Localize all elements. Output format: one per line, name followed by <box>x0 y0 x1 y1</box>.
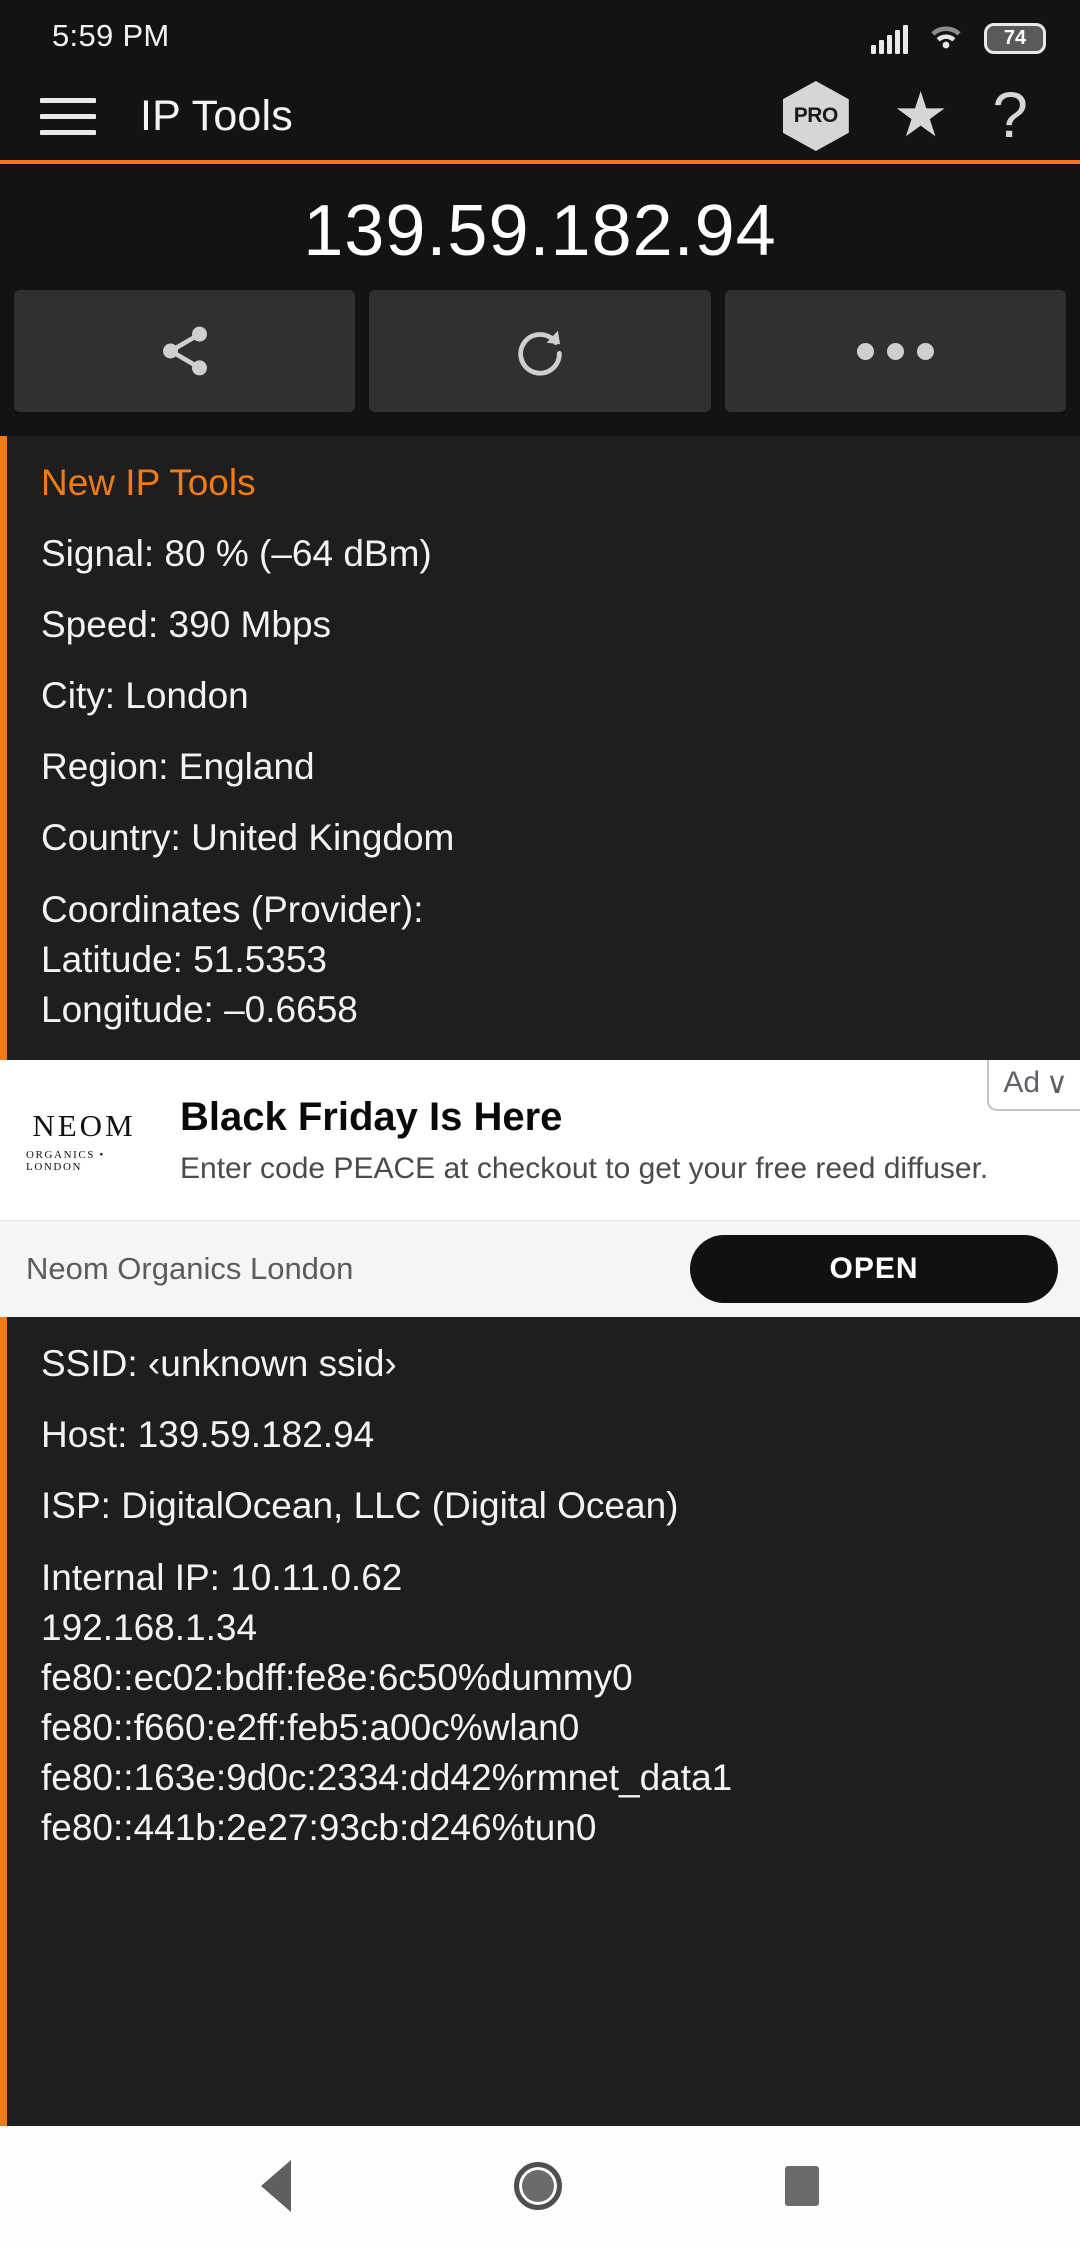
ip-info-card: New IP Tools Signal: 80 % (–64 dBm) Spee… <box>0 436 1080 1060</box>
pro-badge-label: PRO <box>793 104 839 127</box>
pro-badge-icon[interactable]: PRO <box>782 81 849 151</box>
status-bar: 5:59 PM 74 <box>0 0 1080 72</box>
back-triangle-icon[interactable] <box>261 2160 292 2212</box>
ad-badge-label: Ad <box>1003 1066 1041 1100</box>
page-title: IP Tools <box>140 91 294 140</box>
advertiser-logo: NEOM ORGANICS • LONDON <box>26 1108 142 1173</box>
help-icon[interactable]: ? <box>992 83 1028 147</box>
battery-indicator: 74 <box>984 22 1046 54</box>
coordinates-label: Coordinates (Provider): <box>41 889 424 930</box>
network-row-ssid: SSID: ‹unknown ssid› <box>41 1342 397 1384</box>
action-button-row <box>0 290 1080 424</box>
status-time: 5:59 PM <box>52 18 170 53</box>
internal-ip-address: 192.168.1.34 <box>41 1606 258 1648</box>
info-card-title: New IP Tools <box>41 462 256 503</box>
internal-ip-address: fe80::441b:2e27:93cb:d246%tun0 <box>41 1806 597 1848</box>
internal-ip-address: fe80::ec02:bdff:fe8e:6c50%dummy0 <box>41 1656 633 1698</box>
app-bar-actions: PRO ★ ? <box>782 81 1050 151</box>
advertiser-logo-brand: NEOM <box>32 1108 136 1144</box>
info-row-country: Country: United Kingdom <box>41 817 455 858</box>
info-row-city: City: London <box>41 675 249 716</box>
network-info-card: SSID: ‹unknown ssid› Host: 139.59.182.94… <box>0 1316 1080 2126</box>
ad-description: Enter code PEACE at checkout to get your… <box>180 1152 989 1186</box>
status-icons: 74 <box>871 19 1046 54</box>
coordinates-block: Coordinates (Provider): Latitude: 51.535… <box>7 890 1080 1030</box>
phone-screen: 5:59 PM 74 IP Tools PRO ★ ? 139.59.182.9… <box>0 0 1080 2246</box>
info-row-signal: Signal: 80 % (–64 dBm) <box>41 533 432 574</box>
more-button[interactable] <box>724 290 1066 412</box>
overflow-dots-icon <box>856 342 934 360</box>
public-ip-header: 139.59.182.94 <box>0 164 1080 290</box>
internal-ip-block: Internal IP: 10.11.0.62 192.168.1.34 fe8… <box>7 1556 1080 1848</box>
advertisement[interactable]: Ad ∨ NEOM ORGANICS • LONDON Black Friday… <box>0 1059 1080 1317</box>
refresh-icon <box>518 330 562 376</box>
info-row-region: Region: England <box>41 746 315 787</box>
share-button[interactable] <box>14 290 356 412</box>
internal-ip-address: fe80::163e:9d0c:2334:dd42%rmnet_data1 <box>41 1756 733 1798</box>
advertiser-logo-subtitle: ORGANICS • LONDON <box>26 1149 105 1174</box>
android-navigation-bar <box>0 2126 1080 2246</box>
refresh-button[interactable] <box>369 290 711 412</box>
ad-open-button[interactable]: OPEN <box>690 1234 1058 1303</box>
internal-ip-address: fe80::f660:e2ff:feb5:a00c%wlan0 <box>41 1706 580 1748</box>
ad-headline: Black Friday Is Here <box>180 1095 563 1140</box>
info-row-speed: Speed: 390 Mbps <box>41 604 332 645</box>
hamburger-menu-icon[interactable] <box>40 94 96 138</box>
ad-body[interactable]: NEOM ORGANICS • LONDON Black Friday Is H… <box>0 1060 1080 1220</box>
home-circle-icon[interactable] <box>513 2162 562 2210</box>
ad-badge[interactable]: Ad ∨ <box>987 1059 1080 1111</box>
network-row-host: Host: 139.59.182.94 <box>41 1413 375 1455</box>
ad-advertiser-name: Neom Organics London <box>26 1250 354 1286</box>
wifi-icon <box>928 19 964 54</box>
share-icon <box>162 326 207 376</box>
ad-footer: Neom Organics London OPEN <box>0 1219 1080 1317</box>
latitude-value: Latitude: 51.5353 <box>41 938 327 980</box>
app-bar: IP Tools PRO ★ ? <box>0 72 1080 164</box>
chevron-down-icon: ∨ <box>1046 1066 1068 1100</box>
longitude-value: Longitude: –0.6658 <box>41 988 358 1030</box>
star-icon[interactable]: ★ <box>893 85 949 146</box>
network-row-isp: ISP: DigitalOcean, LLC (Digital Ocean) <box>41 1484 679 1526</box>
cellular-signal-icon <box>871 24 908 54</box>
recents-square-icon[interactable] <box>784 2166 819 2206</box>
internal-ip-primary: Internal IP: 10.11.0.62 <box>41 1556 403 1598</box>
public-ip-value[interactable]: 139.59.182.94 <box>0 190 1080 272</box>
ad-text-block: Black Friday Is Here Enter code PEACE at… <box>166 1095 1058 1186</box>
